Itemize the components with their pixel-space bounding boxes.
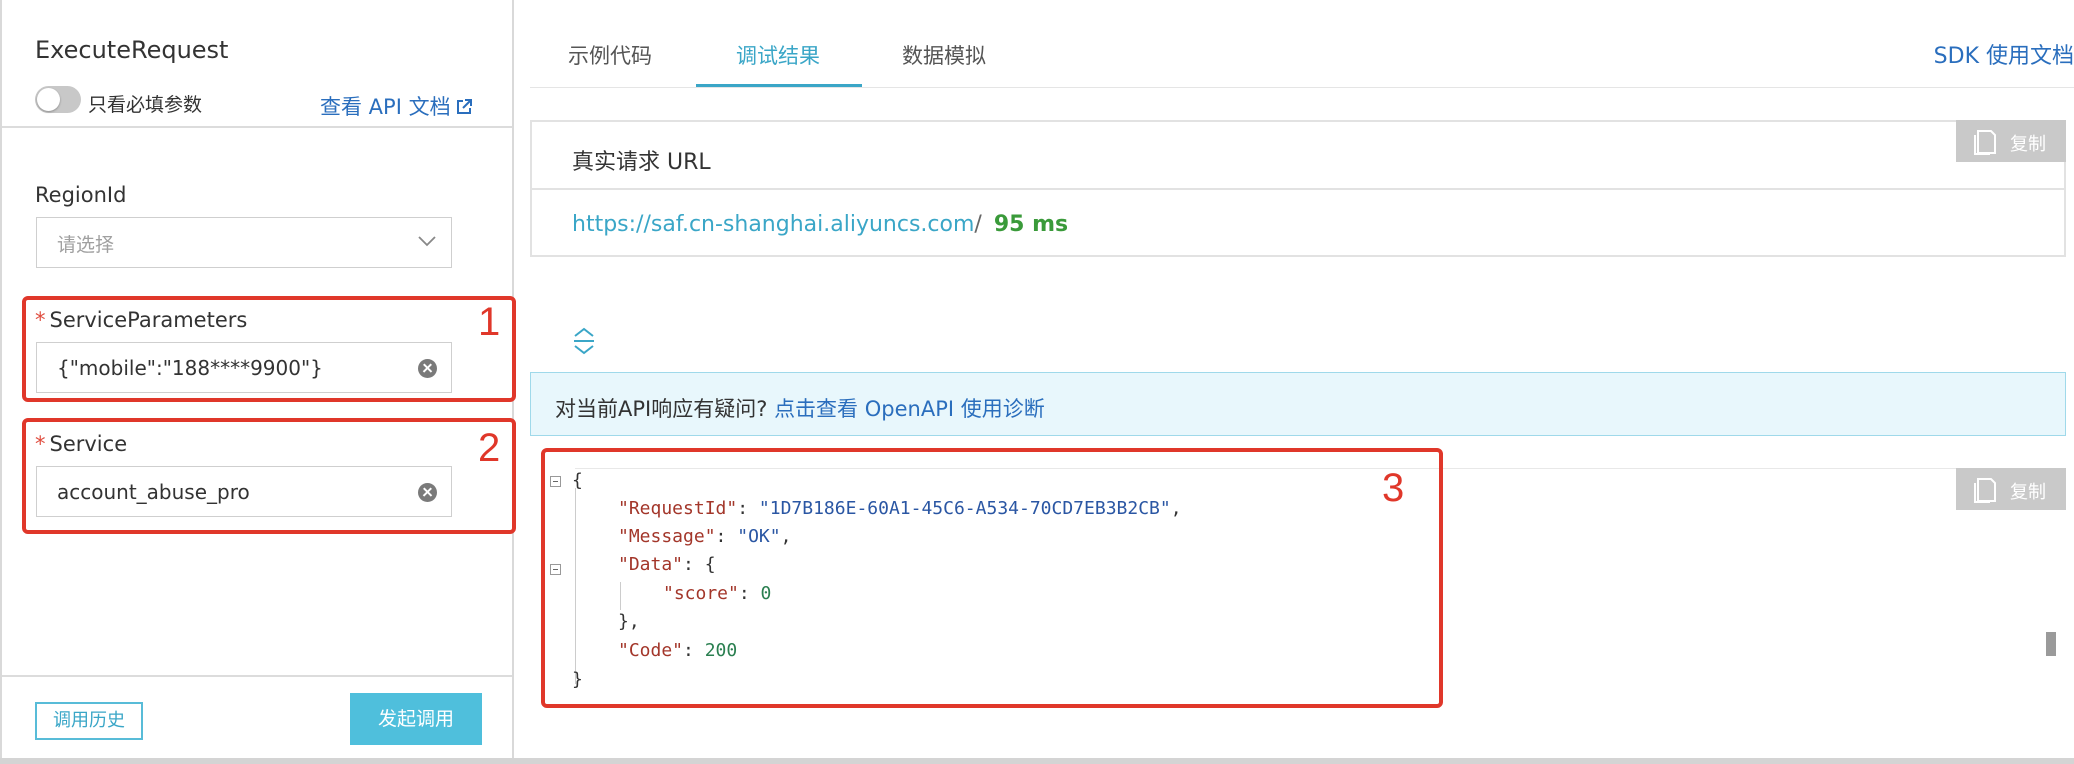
result-tabs: 示例代码 调试结果 数据模拟 SDK 使用文档 [530, 0, 2074, 88]
annotation-box-3 [541, 448, 1443, 708]
request-url-line: https://saf.cn-shanghai.aliyuncs.com/ 95 … [572, 212, 1068, 237]
region-id-select[interactable]: 请选择 [36, 217, 452, 268]
page-root: ExecuteRequest 只看必填参数 查看 API 文档 RegionId… [0, 0, 2074, 764]
annotation-box-2 [22, 418, 516, 534]
copy-response-button[interactable]: 复制 [1956, 468, 2066, 510]
copy-url-label: 复制 [2010, 134, 2046, 155]
tab-data-mock[interactable]: 数据模拟 [902, 40, 986, 70]
annotation-label-1: 1 [478, 300, 501, 344]
copy-response-label: 复制 [2010, 482, 2046, 503]
active-tab-indicator [696, 84, 862, 87]
api-doc-link-label: 查看 API 文档 [320, 95, 451, 119]
diagnosis-question: 对当前API响应有疑问? [555, 397, 768, 421]
bottom-edge [0, 758, 2074, 764]
copy-icon [1974, 130, 1996, 155]
required-only-label: 只看必填参数 [88, 94, 203, 116]
tab-debug-result[interactable]: 调试结果 [736, 40, 820, 70]
latency-badge: 95 ms [993, 212, 1069, 237]
request-url-slash: / [974, 212, 982, 237]
annotation-label-3: 3 [1382, 466, 1405, 510]
divider [2, 675, 512, 677]
diagnosis-notice: 对当前API响应有疑问? 点击查看 OpenAPI 使用诊断 [530, 372, 2066, 436]
request-url-card: 真实请求 URL https://saf.cn-shanghai.aliyunc… [530, 120, 2066, 257]
api-doc-link[interactable]: 查看 API 文档 [320, 91, 473, 121]
annotation-box-1 [22, 296, 516, 402]
scrollbar-thumb[interactable] [2046, 632, 2056, 656]
call-history-button[interactable]: 调用历史 [35, 702, 143, 740]
region-id-label: RegionId [35, 183, 127, 207]
request-url-title: 真实请求 URL [572, 150, 711, 175]
divider [2, 126, 512, 128]
copy-icon [1974, 478, 1996, 503]
request-url-link[interactable]: https://saf.cn-shanghai.aliyuncs.com [572, 212, 974, 237]
request-url-header: 真实请求 URL [532, 122, 2064, 190]
annotation-label-2: 2 [478, 426, 501, 470]
collapse-expand-icon[interactable] [570, 325, 598, 357]
required-only-toggle[interactable] [35, 86, 81, 113]
external-link-icon [456, 99, 472, 114]
tab-sample-code[interactable]: 示例代码 [568, 40, 652, 70]
diagnosis-notice-text: 对当前API响应有疑问? 点击查看 OpenAPI 使用诊断 [555, 393, 1045, 423]
sdk-doc-link[interactable]: SDK 使用文档 [1934, 38, 2074, 70]
region-id-placeholder: 请选择 [57, 234, 115, 256]
openapi-diagnosis-link[interactable]: 点击查看 OpenAPI 使用诊断 [774, 397, 1045, 421]
invoke-button[interactable]: 发起调用 [350, 693, 482, 745]
api-title: ExecuteRequest [35, 36, 229, 64]
copy-url-button[interactable]: 复制 [1956, 120, 2066, 162]
chevron-down-icon [418, 236, 436, 247]
